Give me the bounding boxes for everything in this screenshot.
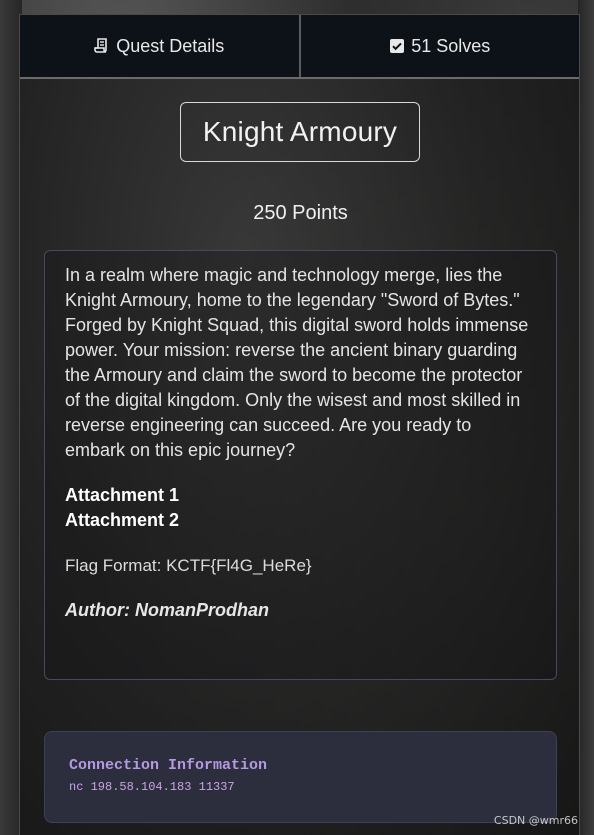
tab-quest-details[interactable]: Quest Details	[20, 15, 299, 77]
attachment-link-2[interactable]: Attachment 2	[65, 508, 536, 533]
challenge-author: Author: NomanProdhan	[65, 600, 269, 620]
connection-command[interactable]: nc 198.58.104.183 11337	[69, 780, 532, 794]
challenge-points: 250 Points	[253, 202, 348, 224]
challenge-description: In a realm where magic and technology me…	[65, 265, 529, 460]
background-right	[578, 0, 594, 835]
page-background: Quest Details 51 Solves Knight Armoury 2…	[0, 0, 594, 835]
challenge-title: Knight Armoury	[180, 102, 420, 162]
description-panel: In a realm where magic and technology me…	[44, 250, 557, 680]
connection-title: Connection Information	[69, 757, 268, 774]
tab-solves-label: 51 Solves	[411, 35, 491, 56]
scroll-icon	[94, 38, 110, 54]
attachment-list: Attachment 1 Attachment 2	[65, 483, 536, 533]
attachment-link-1[interactable]: Attachment 1	[65, 483, 536, 508]
checkbox-icon	[389, 38, 405, 54]
tab-quest-details-label: Quest Details	[116, 35, 225, 56]
flag-format: Flag Format: KCTF{Fl4G_HeRe}	[65, 556, 312, 575]
challenge-modal: Quest Details 51 Solves Knight Armoury 2…	[19, 14, 580, 835]
connection-info-panel: Connection Information nc 198.58.104.183…	[44, 731, 557, 823]
tab-solves[interactable]: 51 Solves	[298, 15, 579, 77]
tab-bar: Quest Details 51 Solves	[20, 15, 579, 79]
watermark: CSDN @wmr66	[493, 814, 578, 827]
